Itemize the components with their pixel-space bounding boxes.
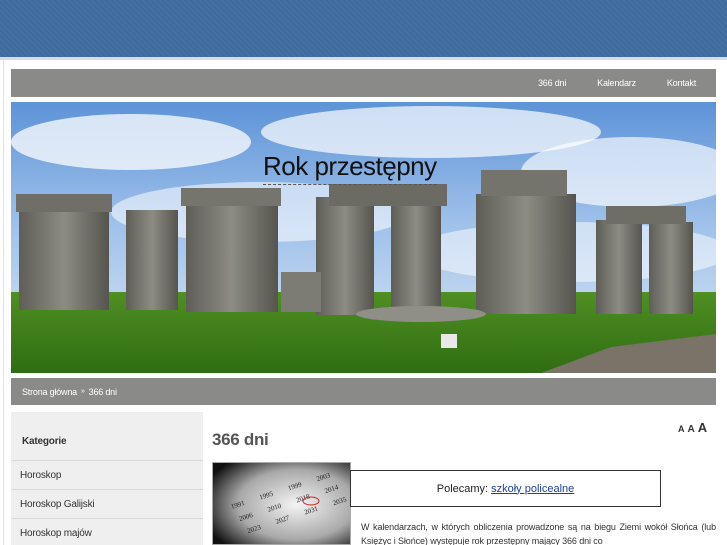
- sidebar-item-horoskop-galijski[interactable]: Horoskop Galijski: [11, 490, 203, 519]
- nav-item-366-dni[interactable]: 366 dni: [538, 78, 566, 88]
- hero-image-stonehenge: [11, 102, 716, 373]
- article-body-text: W kalendarzach, w których obliczenia pro…: [361, 522, 716, 545]
- recommend-box: Polecamy: szkoły policealne: [350, 470, 661, 507]
- sidebar: Kategorie Horoskop Horoskop Galijski Hor…: [11, 412, 203, 545]
- article-title: 366 dni: [212, 430, 269, 449]
- article-image-calendar: 1991 1995 1999 2003 2006 2010 2018 2014 2023 2027…: [212, 462, 351, 545]
- main-nav: 366 dni Kalendarz Kontakt: [11, 69, 716, 97]
- breadcrumb: Strona główna » 366 dni: [11, 378, 716, 405]
- font-size-large-button[interactable]: A: [698, 420, 707, 435]
- font-size-medium-button[interactable]: A: [688, 424, 695, 435]
- font-size-controls: A A A: [678, 420, 707, 435]
- top-banner: [0, 0, 727, 57]
- sidebar-heading: Kategorie: [11, 412, 203, 461]
- nav-item-kalendarz[interactable]: Kalendarz: [597, 78, 636, 88]
- breadcrumb-current: 366 dni: [88, 386, 117, 397]
- recommend-link[interactable]: szkoły policealne: [491, 483, 574, 495]
- recommend-label: Polecamy:: [436, 482, 489, 495]
- nav-item-kontakt[interactable]: Kontakt: [667, 78, 696, 88]
- site-title[interactable]: Rok przestępny: [263, 149, 437, 185]
- breadcrumb-home[interactable]: Strona główna: [22, 387, 77, 397]
- font-size-small-button[interactable]: A: [678, 424, 685, 434]
- breadcrumb-separator: »: [80, 388, 85, 395]
- sidebar-item-horoskop-majow[interactable]: Horoskop majów: [11, 519, 203, 545]
- sidebar-item-horoskop[interactable]: Horoskop: [11, 461, 203, 490]
